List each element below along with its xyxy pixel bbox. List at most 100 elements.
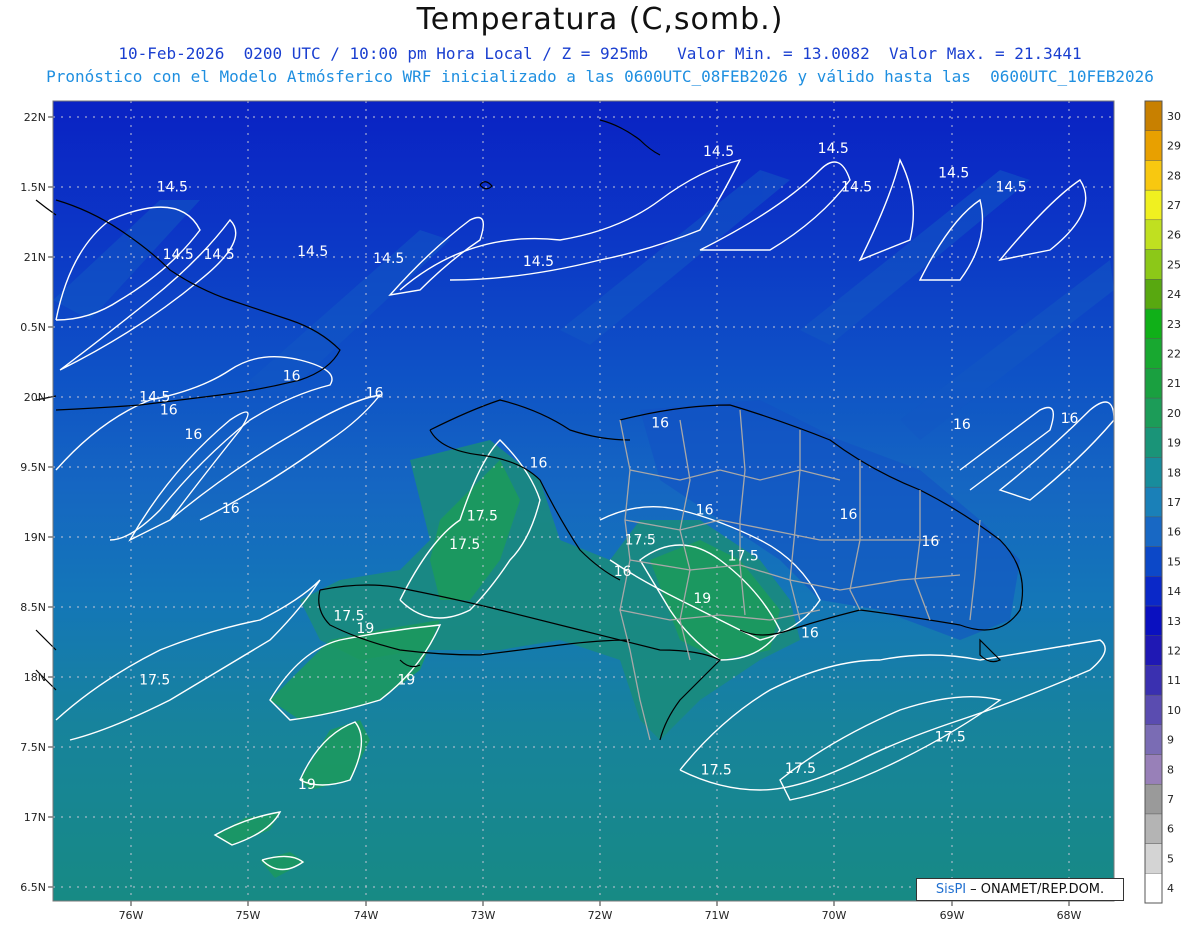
contour-label: 17.5 [728,548,759,564]
colorbar-swatch [1144,100,1163,131]
y-tick-label: 19N [24,531,46,544]
x-tick-label: 71W [705,909,730,922]
colorbar-swatch [1144,546,1163,577]
colorbar-swatch [1144,516,1163,547]
y-tick-label: 18N [24,671,46,684]
contour-label: 14.5 [841,180,872,196]
colorbar-label: 8 [1167,763,1174,776]
colorbar-label: 4 [1167,882,1174,895]
colorbar-label: 29 [1167,140,1181,153]
contour-label: 17.5 [139,673,170,689]
colorbar-swatch [1144,249,1163,280]
contour-label: 14.5 [297,244,328,260]
colorbar-label: 18 [1167,466,1181,479]
credit-text: – ONAMET/REP.DOM. [970,882,1105,897]
y-tick-label: 1.5N [20,181,46,194]
colorbar-label: 9 [1167,734,1174,747]
temperature-map: 4 5 6 7 8 9 10 11 12 13 14 15 16 17 18 19 20 21 22 23 24 25 26… [20,100,1181,922]
contour-label: 16 [160,403,178,419]
colorbar-swatch [1144,457,1163,488]
colorbar-label: 17 [1167,496,1181,509]
colorbar-swatch [1144,665,1163,696]
colorbar-swatch [1144,279,1163,310]
contour-label: 16 [696,503,714,519]
x-tick-label: 68W [1057,909,1082,922]
colorbar-label: 6 [1167,823,1174,836]
contour-label: 16 [222,501,240,517]
colorbar-swatch [1144,427,1163,458]
contour-label: 19 [693,591,711,607]
contour-label: 17.5 [935,730,966,746]
colorbar-legend: 4 5 6 7 8 9 10 11 12 13 14 15 16 17 18 19 20 21 22 23 24 25 26… [1144,100,1181,904]
colorbar-swatch [1144,813,1163,844]
contour-label: 17.5 [467,508,498,524]
colorbar-label: 22 [1167,347,1181,360]
colorbar-label: 25 [1167,258,1181,271]
contour-label: 16 [184,427,202,443]
contour-label: 14.5 [163,247,194,263]
contour-label: 16 [921,534,939,550]
colorbar-label: 10 [1167,704,1181,717]
colorbar-swatch [1144,308,1163,339]
contour-label: 14.5 [523,254,554,270]
colorbar-label: 11 [1167,674,1181,687]
contour-label: 16 [283,368,301,384]
y-tick-label: 8.5N [20,601,46,614]
x-tick-label: 75W [236,909,261,922]
colorbar-swatch [1144,576,1163,607]
x-tick-label: 70W [822,909,847,922]
colorbar-label: 5 [1167,852,1174,865]
contour-label: 16 [614,564,632,580]
colorbar-label: 14 [1167,585,1181,598]
colorbar-label: 15 [1167,555,1181,568]
colorbar-swatch [1144,605,1163,636]
contour-label: 17.5 [625,533,656,549]
colorbar-label: 24 [1167,288,1181,301]
colorbar-swatch [1144,724,1163,755]
colorbar-swatch [1144,368,1163,399]
colorbar-swatch [1144,338,1163,369]
sispi-logo: SisPI [935,882,967,897]
contour-label: 17.5 [701,763,732,779]
colorbar-label: 27 [1167,199,1181,212]
colorbar-label: 26 [1167,229,1181,242]
y-tick-label: 9.5N [20,461,46,474]
contour-label: 14.5 [373,251,404,267]
colorbar-swatch [1144,783,1163,815]
colorbar-swatch [1144,189,1163,221]
colorbar-swatch [1144,397,1163,428]
colorbar-label: 7 [1167,793,1174,806]
x-tick-label: 72W [588,909,613,922]
colorbar-swatch [1144,635,1163,666]
contour-label: 14.5 [204,247,235,263]
colorbar-swatch [1144,130,1163,161]
y-tick-label: 20N [24,391,46,404]
contour-label: 19 [298,777,316,793]
colorbar-label: 28 [1167,169,1181,182]
contour-label: 16 [953,417,971,433]
colorbar-label: 30 [1167,110,1181,123]
colorbar-label: 23 [1167,318,1181,331]
x-tick-label: 74W [354,909,379,922]
y-tick-label: 17N [24,811,46,824]
colorbar-label: 21 [1167,377,1181,390]
contour-label: 17.5 [449,537,480,553]
colorbar-swatch [1144,486,1163,518]
colorbar-label: 13 [1167,615,1181,628]
contour-label: 14.5 [703,144,734,160]
colorbar-swatch [1144,843,1163,874]
contour-label: 16 [366,385,384,401]
colorbar-label: 19 [1167,437,1181,450]
colorbar-label: 20 [1167,407,1181,420]
colorbar-swatch [1144,160,1163,191]
y-tick-label: 22N [24,111,46,124]
contour-label: 17.5 [785,761,816,777]
colorbar-swatch [1144,694,1163,725]
contour-label: 14.5 [818,141,849,157]
colorbar-swatch [1144,754,1163,785]
contour-label: 19 [397,673,415,689]
contour-label: 16 [530,455,548,471]
contour-label: 16 [1061,411,1079,427]
contour-label: 16 [651,415,669,431]
contour-label: 19 [356,621,374,637]
